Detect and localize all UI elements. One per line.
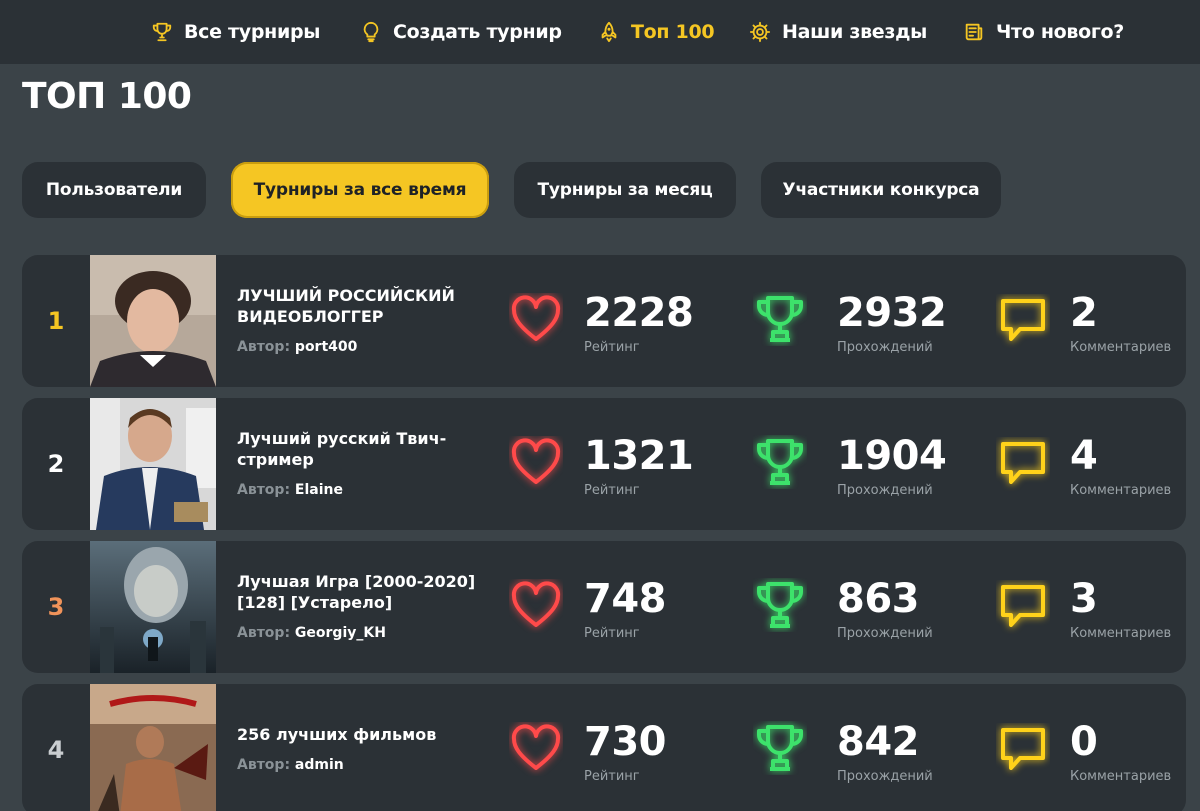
passes-value: 842: [837, 719, 920, 765]
trophy-icon: [753, 578, 807, 632]
comments-label: Комментариев: [1070, 340, 1172, 355]
passes-label: Прохождений: [837, 769, 933, 784]
nav-label: Все турниры: [184, 21, 321, 43]
nav-our-stars[interactable]: Наши звезды: [749, 0, 927, 64]
tab-contest-participants[interactable]: Участники конкурса: [761, 162, 1001, 218]
comments-value: 3: [1070, 576, 1098, 622]
gear-icon: [749, 21, 771, 43]
person-portrait-image: [90, 255, 216, 387]
author-prefix: Автор:: [237, 625, 291, 641]
newspaper-icon: [965, 23, 983, 41]
tab-users[interactable]: Пользователи: [22, 162, 206, 218]
rating-label: Рейтинг: [584, 626, 640, 641]
trophy-icon: [753, 292, 807, 346]
tournament-thumbnail: [90, 398, 216, 530]
tournament-title[interactable]: Лучший русский Твич-стример: [237, 428, 487, 470]
nav-label: Что нового?: [996, 21, 1124, 43]
rating-value: 1321: [584, 433, 694, 479]
rating-label: Рейтинг: [584, 483, 640, 498]
nav-label: Топ 100: [631, 21, 715, 43]
heart-icon: [509, 293, 563, 347]
nav-all-tournaments[interactable]: Все турниры: [151, 0, 320, 64]
game-poster-image: [90, 541, 216, 673]
nav-create-tournament[interactable]: Создать турнир: [360, 0, 562, 64]
nav-whats-new[interactable]: Что нового?: [963, 0, 1124, 64]
tournament-title[interactable]: 256 лучших фильмов: [237, 724, 487, 745]
tournament-title[interactable]: Лучшая Игра [2000-2020] [128] [Устарело]: [237, 571, 487, 613]
tournament-thumbnail: [90, 684, 216, 811]
comments-label: Комментариев: [1070, 769, 1172, 784]
top-navigation: Все турниры Создать турнир Топ 100 Наши …: [0, 0, 1200, 64]
lightbulb-icon: [363, 21, 379, 43]
rating-label: Рейтинг: [584, 769, 640, 784]
page-title: ТОП 100: [22, 76, 192, 117]
author-line: Автор: Georgiy_KH: [237, 625, 386, 641]
comment-icon: [996, 723, 1050, 777]
passes-value: 863: [837, 576, 920, 622]
tab-all-time-tournaments[interactable]: Турниры за все время: [231, 162, 489, 218]
heart-icon: [509, 722, 563, 776]
rank-number: 2: [47, 450, 65, 478]
rating-value: 2228: [584, 290, 694, 336]
passes-value: 1904: [837, 433, 947, 479]
comments-label: Комментариев: [1070, 626, 1172, 641]
passes-label: Прохождений: [837, 340, 933, 355]
tournament-title[interactable]: ЛУЧШИЙ РОССИЙСКИЙ ВИДЕОБЛОГГЕР: [237, 285, 487, 327]
list-item[interactable]: 2 Лучший русский Твич-стример Автор: Ela…: [22, 398, 1186, 530]
comments-value: 2: [1070, 290, 1098, 336]
heart-icon: [509, 436, 563, 490]
comments-label: Комментариев: [1070, 483, 1172, 498]
rank-number: 1: [47, 307, 65, 335]
person-portrait-image: [90, 398, 216, 530]
author-name[interactable]: port400: [295, 339, 357, 355]
rank-number: 3: [47, 593, 65, 621]
trophy-icon: [753, 435, 807, 489]
tournament-thumbnail: [90, 255, 216, 387]
nav-label: Создать турнир: [393, 21, 562, 43]
author-name[interactable]: Georgiy_KH: [295, 625, 386, 641]
passes-value: 2932: [837, 290, 947, 336]
rocket-icon: [601, 21, 617, 43]
comment-icon: [996, 580, 1050, 634]
nav-top-100[interactable]: Топ 100: [598, 0, 715, 64]
rating-value: 748: [584, 576, 667, 622]
rating-value: 730: [584, 719, 667, 765]
tab-month-tournaments[interactable]: Турниры за месяц: [514, 162, 736, 218]
author-prefix: Автор:: [237, 339, 291, 355]
author-name[interactable]: Elaine: [295, 482, 343, 498]
heart-icon: [509, 579, 563, 633]
rating-label: Рейтинг: [584, 340, 640, 355]
author-prefix: Автор:: [237, 757, 291, 773]
author-name[interactable]: admin: [295, 757, 344, 773]
comment-icon: [996, 437, 1050, 491]
trophy-icon: [152, 22, 172, 42]
list-item[interactable]: 3 Лучшая Игра [2000-2020] [128] [Устарел…: [22, 541, 1186, 673]
list-item[interactable]: 4 256 лучших фильмов Автор: admin 730 Ре…: [22, 684, 1186, 811]
author-line: Автор: Elaine: [237, 482, 343, 498]
author-prefix: Автор:: [237, 482, 291, 498]
rank-number: 4: [47, 736, 65, 764]
trophy-icon: [753, 721, 807, 775]
comments-value: 0: [1070, 719, 1098, 765]
movie-poster-image: [90, 684, 216, 811]
comment-icon: [996, 294, 1050, 348]
tournament-thumbnail: [90, 541, 216, 673]
list-item[interactable]: 1 ЛУЧШИЙ РОССИЙСКИЙ ВИДЕОБЛОГГЕР Автор: …: [22, 255, 1186, 387]
author-line: Автор: admin: [237, 757, 344, 773]
nav-label: Наши звезды: [782, 21, 928, 43]
comments-value: 4: [1070, 433, 1098, 479]
author-line: Автор: port400: [237, 339, 357, 355]
passes-label: Прохождений: [837, 483, 933, 498]
passes-label: Прохождений: [837, 626, 933, 641]
